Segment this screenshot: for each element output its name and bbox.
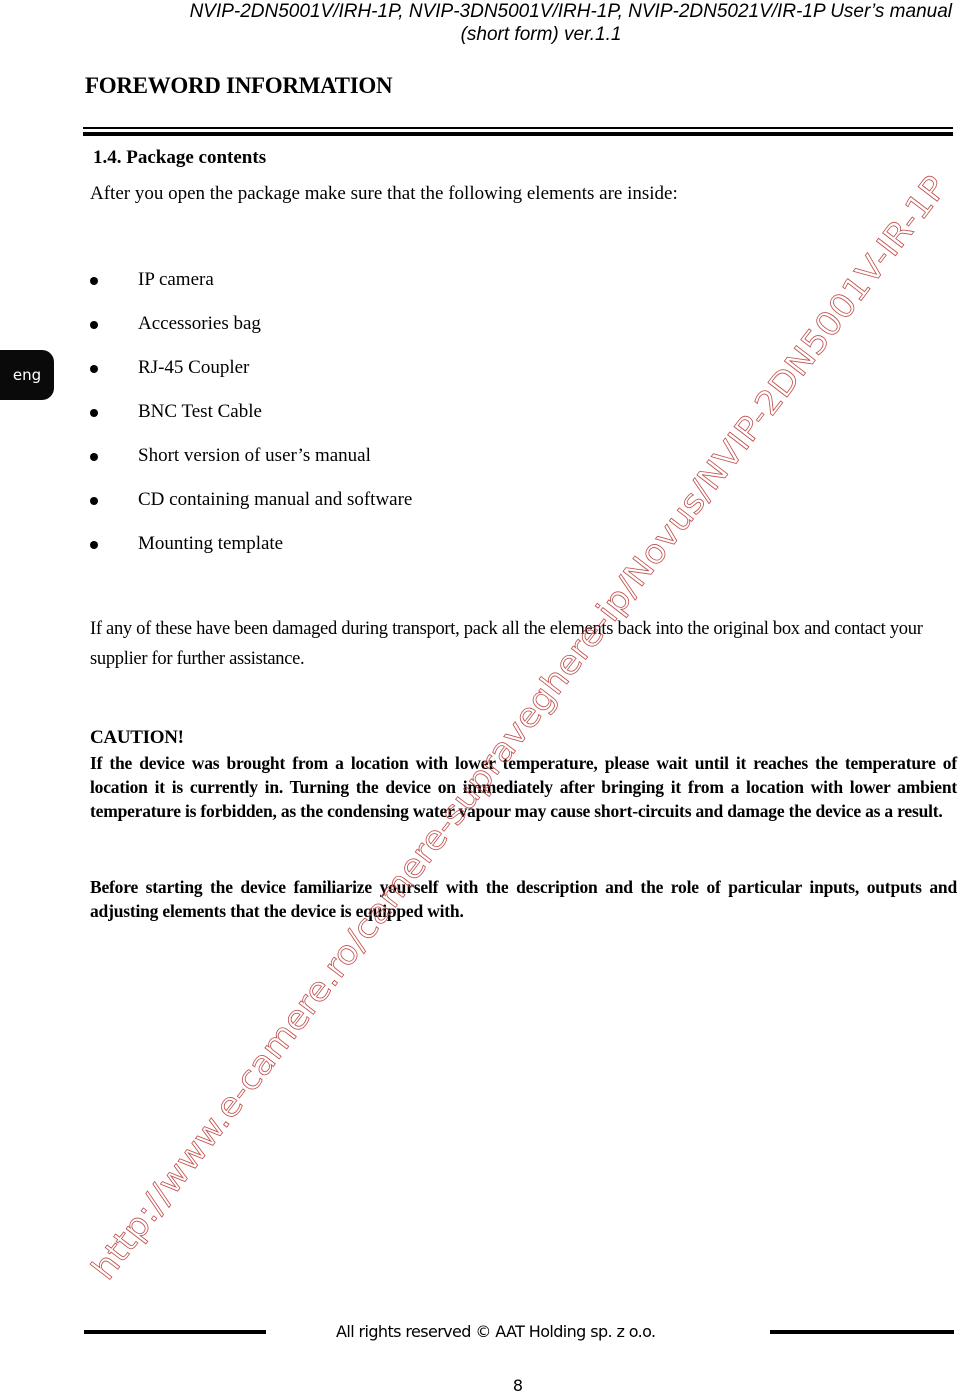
bullet-icon bbox=[90, 497, 98, 505]
list-item: Accessories bag bbox=[90, 312, 412, 356]
manual-header-title: NVIP-2DN5001V/IRH-1P, NVIP-3DN5001V/IRH-… bbox=[189, 1, 952, 22]
list-item: Short version of user’s manual bbox=[90, 444, 412, 488]
list-item-label: Accessories bag bbox=[138, 313, 261, 334]
familiarize-note: Before starting the device familiarize y… bbox=[90, 877, 957, 921]
bullet-icon bbox=[90, 365, 98, 373]
footer-rule-right bbox=[770, 1330, 954, 1334]
caution-title: CAUTION! bbox=[90, 727, 184, 748]
subsection-intro: After you open the package make sure tha… bbox=[90, 183, 678, 204]
list-item: RJ-45 Coupler bbox=[90, 356, 412, 400]
list-item: IP camera bbox=[90, 268, 412, 312]
list-item: BNC Test Cable bbox=[90, 400, 412, 444]
footer-rule-left bbox=[84, 1330, 266, 1334]
page-number: 8 bbox=[512, 1376, 524, 1395]
language-tab-label: eng bbox=[12, 366, 42, 384]
list-item-label: BNC Test Cable bbox=[138, 401, 262, 422]
list-item-label: Short version of user’s manual bbox=[138, 445, 371, 466]
bullet-icon bbox=[90, 453, 98, 461]
damage-note: If any of these have been damaged during… bbox=[90, 619, 923, 669]
bullet-icon bbox=[90, 321, 98, 329]
header-divider-thin bbox=[83, 127, 953, 129]
bullet-icon bbox=[90, 409, 98, 417]
watermark: http://www.e-camere.ro/camere-supraveghe… bbox=[83, 168, 955, 1287]
caution-text: If the device was brought from a locatio… bbox=[90, 753, 957, 821]
package-contents-list: IP camera Accessories bag RJ-45 Coupler … bbox=[90, 268, 412, 576]
subsection-title: 1.4. Package contents bbox=[93, 147, 267, 168]
list-item-label: Mounting template bbox=[138, 533, 284, 554]
list-item: Mounting template bbox=[90, 532, 412, 576]
bullet-icon bbox=[90, 541, 98, 549]
list-item: CD containing manual and software bbox=[90, 488, 412, 532]
section-heading: FOREWORD INFORMATION bbox=[85, 73, 393, 98]
manual-header-version: (short form) ver.1.1 bbox=[460, 24, 622, 45]
footer-copyright: All rights reserved © AAT Holding sp. z … bbox=[336, 1322, 656, 1341]
header-divider-thick bbox=[83, 132, 953, 136]
language-tab: eng bbox=[0, 350, 54, 400]
list-item-label: IP camera bbox=[138, 269, 214, 290]
bullet-icon bbox=[90, 277, 98, 285]
list-item-label: CD containing manual and software bbox=[138, 489, 413, 510]
list-item-label: RJ-45 Coupler bbox=[138, 357, 250, 378]
